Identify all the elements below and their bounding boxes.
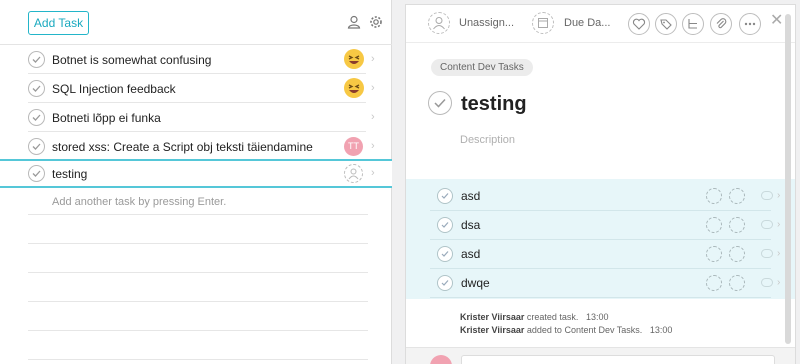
comment-icon[interactable] bbox=[761, 278, 773, 287]
task-detail-toolbar: Unassign... Due Da... ✕ bbox=[406, 5, 795, 43]
task-name: SQL Injection feedback bbox=[52, 82, 176, 96]
attachment-icon[interactable] bbox=[710, 13, 732, 35]
scrollbar[interactable] bbox=[783, 4, 793, 362]
subtask-name[interactable]: asd bbox=[461, 247, 480, 261]
activity-time: 13:00 bbox=[649, 325, 673, 335]
gear-icon[interactable] bbox=[369, 15, 383, 29]
subtask-check-icon[interactable] bbox=[437, 275, 453, 291]
scroll-thumb[interactable] bbox=[785, 14, 791, 344]
activity-entry: Krister Viirsaar created task. 13:00 bbox=[460, 312, 608, 322]
project-tag[interactable]: Content Dev Tasks bbox=[431, 59, 533, 76]
activity-user[interactable]: Krister Viirsaar bbox=[460, 325, 524, 335]
activity-entry: Krister Viirsaar added to Content Dev Ta… bbox=[460, 325, 672, 335]
comment-icon[interactable] bbox=[761, 220, 773, 229]
app: Add Task Botnet is somewhat confusing › … bbox=[0, 0, 800, 364]
subtask-row[interactable]: asd › bbox=[406, 240, 795, 269]
assignee-icon[interactable] bbox=[729, 275, 745, 291]
complete-check-icon[interactable] bbox=[28, 138, 45, 155]
due-date-field[interactable]: Due Da... bbox=[564, 17, 610, 29]
subtask-icon[interactable] bbox=[682, 13, 704, 35]
avatar bbox=[430, 355, 452, 364]
description-field[interactable]: Description bbox=[460, 134, 515, 146]
activity-action: created task. bbox=[526, 312, 579, 322]
chevron-right-icon[interactable]: › bbox=[371, 53, 375, 65]
empty-row-divider bbox=[28, 272, 368, 273]
emoji-avatar-icon[interactable] bbox=[344, 78, 364, 98]
chevron-right-icon[interactable]: › bbox=[371, 140, 375, 152]
chevron-right-icon[interactable]: › bbox=[777, 219, 780, 230]
calendar-icon[interactable] bbox=[532, 12, 554, 34]
subtask-name[interactable]: dwqe bbox=[461, 276, 490, 290]
task-name: Botneti lõpp ei funka bbox=[52, 111, 161, 125]
subtask-check-icon[interactable] bbox=[437, 188, 453, 204]
calendar-icon[interactable] bbox=[706, 275, 722, 291]
chevron-right-icon[interactable]: › bbox=[777, 277, 780, 288]
subtask-list: asd › dsa › asd › dwqe › bbox=[406, 179, 795, 299]
empty-row-divider bbox=[28, 330, 368, 331]
activity-user[interactable]: Krister Viirsaar bbox=[460, 312, 524, 322]
calendar-icon[interactable] bbox=[706, 188, 722, 204]
comment-icon[interactable] bbox=[761, 191, 773, 200]
assignee-field[interactable]: Unassign... bbox=[459, 17, 514, 29]
empty-row-divider bbox=[28, 214, 368, 215]
activity-action: added to Content Dev Tasks. bbox=[526, 325, 643, 335]
chevron-right-icon[interactable]: › bbox=[371, 167, 375, 179]
task-row[interactable]: Botnet is somewhat confusing › bbox=[0, 45, 392, 74]
chevron-right-icon[interactable]: › bbox=[777, 190, 780, 201]
empty-row-divider bbox=[28, 301, 368, 302]
task-row[interactable]: Botneti lõpp ei funka › bbox=[0, 103, 392, 132]
task-name: Botnet is somewhat confusing bbox=[52, 53, 212, 67]
subtask-name[interactable]: asd bbox=[461, 189, 480, 203]
empty-row-divider bbox=[28, 359, 368, 360]
complete-check-icon[interactable] bbox=[28, 80, 45, 97]
task-row[interactable]: SQL Injection feedback › bbox=[0, 74, 392, 103]
comment-icon[interactable] bbox=[761, 249, 773, 258]
chevron-right-icon[interactable]: › bbox=[371, 111, 375, 123]
calendar-icon[interactable] bbox=[706, 246, 722, 262]
tag-icon[interactable] bbox=[655, 13, 677, 35]
assignee-avatar[interactable]: TT bbox=[344, 137, 363, 156]
add-task-button[interactable]: Add Task bbox=[28, 11, 89, 35]
assignee-icon[interactable] bbox=[729, 246, 745, 262]
empty-row-divider bbox=[28, 243, 368, 244]
add-task-hint[interactable]: Add another task by pressing Enter. bbox=[52, 196, 226, 208]
activity-time: 13:00 bbox=[585, 312, 609, 322]
complete-check-icon[interactable] bbox=[28, 51, 45, 68]
subtask-name[interactable]: dsa bbox=[461, 218, 480, 232]
complete-check-icon[interactable] bbox=[28, 109, 45, 126]
subtask-check-icon[interactable] bbox=[437, 217, 453, 233]
comment-input[interactable] bbox=[461, 355, 775, 364]
complete-check-icon[interactable] bbox=[28, 165, 45, 182]
task-name: testing bbox=[52, 167, 88, 181]
comment-composer bbox=[406, 347, 795, 364]
task-list-pane: Add Task Botnet is somewhat confusing › … bbox=[0, 0, 392, 364]
more-options-icon[interactable] bbox=[739, 13, 761, 35]
emoji-avatar-icon[interactable] bbox=[344, 49, 364, 69]
unassigned-avatar-icon[interactable] bbox=[344, 164, 363, 183]
subtask-row[interactable]: dwqe › bbox=[406, 269, 795, 298]
person-icon[interactable] bbox=[347, 15, 361, 29]
heart-icon[interactable] bbox=[628, 13, 650, 35]
task-name: stored xss: Create a Script obj teksti t… bbox=[52, 140, 313, 154]
task-row-selected[interactable]: testing › bbox=[0, 159, 392, 188]
task-row[interactable]: stored xss: Create a Script obj teksti t… bbox=[0, 132, 392, 161]
assignee-icon[interactable] bbox=[729, 217, 745, 233]
chevron-right-icon[interactable]: › bbox=[777, 248, 780, 259]
calendar-icon[interactable] bbox=[706, 217, 722, 233]
assignee-icon[interactable] bbox=[729, 188, 745, 204]
subtask-row[interactable]: asd › bbox=[406, 182, 795, 211]
subtask-row[interactable]: dsa › bbox=[406, 211, 795, 240]
task-title[interactable]: testing bbox=[461, 93, 527, 116]
task-detail-pane: Unassign... Due Da... ✕ Content Dev Task bbox=[405, 4, 796, 364]
assignee-icon[interactable] bbox=[428, 12, 450, 34]
complete-task-check-icon[interactable] bbox=[428, 91, 452, 115]
subtask-check-icon[interactable] bbox=[437, 246, 453, 262]
chevron-right-icon[interactable]: › bbox=[371, 82, 375, 94]
task-list-header: Add Task bbox=[0, 0, 392, 45]
close-icon[interactable]: ✕ bbox=[770, 10, 783, 30]
